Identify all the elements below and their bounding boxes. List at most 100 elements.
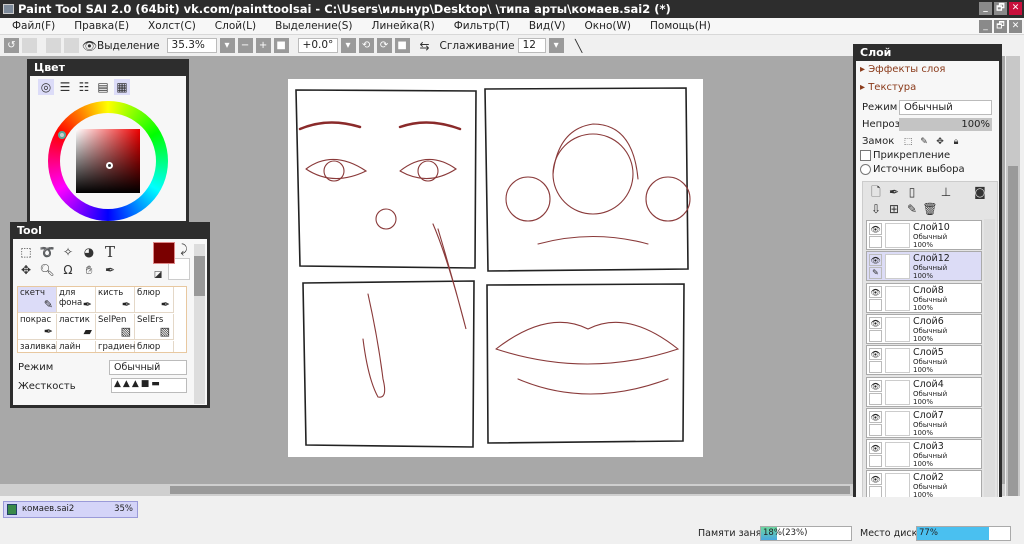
visibility-eye-icon[interactable]: 👁 — [869, 223, 882, 235]
delete-layer-icon[interactable]: 🗑 — [922, 201, 938, 217]
lock-slot[interactable] — [869, 455, 882, 468]
layer-effects-toggle[interactable]: ▸ Эффекты слоя — [860, 64, 945, 75]
brush-slot[interactable]: скетч ✎ — [18, 287, 57, 313]
visibility-eye-icon[interactable]: 👁 — [869, 316, 882, 329]
mixer-tab-icon[interactable]: ▤ — [95, 79, 111, 95]
new-vector-layer-icon[interactable]: ✒ — [886, 184, 902, 200]
new-folder-icon[interactable]: ▯ — [904, 184, 920, 200]
reset-colors-icon[interactable]: ◪ — [150, 267, 166, 283]
lock-slot[interactable] — [869, 329, 882, 342]
eye-icon[interactable]: 👁 — [82, 38, 97, 54]
zoom-out-button[interactable]: − — [237, 38, 253, 53]
visibility-eye-icon[interactable]: 👁 — [869, 379, 882, 392]
texture-toggle[interactable]: ▸ Текстура — [860, 82, 916, 93]
selection-source-radio[interactable]: Источник выбора — [860, 164, 965, 175]
move-icon[interactable]: ✥ — [18, 262, 34, 278]
layer-row[interactable]: 👁 Слой6 Обычный 100% — [866, 313, 982, 344]
menu-ruler[interactable]: Линейка(R) — [372, 18, 435, 34]
doc-minimize-button[interactable]: _ — [979, 20, 992, 33]
minimize-button[interactable]: _ — [979, 2, 992, 15]
clipping-checkbox[interactable]: Прикрепление — [860, 150, 950, 161]
menu-view[interactable]: Вид(V) — [529, 18, 566, 34]
lock-slot[interactable] — [869, 236, 882, 248]
zoom-field[interactable]: 35.3% — [166, 38, 217, 53]
hardness-selector[interactable]: ▲▲▲■▬ — [111, 378, 187, 393]
smoothing-dropdown[interactable]: ▾ — [548, 38, 564, 53]
swatches-tab-icon[interactable]: ▦ — [114, 79, 130, 95]
menu-canvas[interactable]: Холст(C) — [148, 18, 196, 34]
brush-slot[interactable]: SelPen ▧ — [96, 314, 135, 340]
close-button[interactable]: ✕ — [1009, 2, 1022, 15]
visibility-eye-icon[interactable]: 👁 — [869, 348, 882, 361]
ruler-icon[interactable]: ⊥ — [938, 184, 954, 200]
brush-slot[interactable]: блюр — [135, 341, 174, 352]
visibility-eye-icon[interactable]: 👁 — [869, 285, 882, 298]
brush-slot[interactable]: SelErs ▧ — [135, 314, 174, 340]
zoom-dropdown[interactable]: ▾ — [219, 38, 235, 53]
mask-icon[interactable]: ◙ — [972, 184, 988, 200]
tool-panel-scrollbar[interactable] — [194, 244, 205, 404]
brush-slot[interactable]: лайн — [57, 341, 96, 352]
rotate-tool-icon[interactable]: Ω — [60, 262, 76, 278]
duplicate-layer-icon[interactable]: ⊞ — [886, 201, 902, 217]
opacity-slider[interactable]: 100% — [899, 118, 992, 131]
lock-transparency-icon[interactable]: ⬚ — [900, 134, 916, 150]
hsv-slider-tab-icon[interactable]: ☷ — [76, 79, 92, 95]
text-tool-icon[interactable]: T — [102, 244, 118, 260]
layer-row[interactable]: 👁 Слой5 Обычный 100% — [866, 345, 982, 376]
rect-select-icon[interactable]: ⬚ — [18, 244, 34, 260]
brush-slot[interactable]: покрас ✒ — [18, 314, 57, 340]
brush-slot[interactable]: блюр ✒ — [135, 287, 174, 313]
rotation-field[interactable]: +0.0° — [297, 38, 338, 53]
rgb-slider-tab-icon[interactable]: ☰ — [57, 79, 73, 95]
layer-row[interactable]: 👁 Слой8 Обычный 100% — [866, 282, 982, 313]
line-tool-icon[interactable]: ╲ — [571, 38, 587, 54]
menu-file[interactable]: Файл(F) — [12, 18, 55, 34]
layer-row[interactable]: 👁 Слой2 Обычный 100% — [866, 470, 982, 501]
lock-move-icon[interactable]: ✥ — [932, 134, 948, 150]
lock-slot[interactable] — [869, 361, 882, 374]
eyedropper-icon[interactable]: ✒ — [102, 262, 118, 278]
rotation-dropdown[interactable]: ▾ — [340, 38, 356, 53]
magic-wand-icon[interactable]: ✧ — [60, 244, 76, 260]
lasso-icon[interactable]: ➰ — [39, 244, 55, 260]
invert-selection-icon[interactable] — [64, 38, 79, 53]
saturation-value-square[interactable] — [76, 129, 140, 193]
doc-close-button[interactable]: ✕ — [1009, 20, 1022, 33]
swap-colors-icon[interactable]: ⤸ — [176, 241, 192, 257]
visibility-eye-icon[interactable]: 👁 — [869, 410, 882, 423]
shape-icon[interactable]: ◕ — [81, 244, 97, 260]
rotate-right-button[interactable]: ⟳ — [376, 38, 392, 53]
redo-icon[interactable] — [22, 38, 37, 53]
zoom-in-button[interactable]: + — [255, 38, 271, 53]
clear-layer-icon[interactable]: ✎ — [904, 201, 920, 217]
vertical-scrollbar[interactable] — [1006, 56, 1020, 496]
hue-picker-handle[interactable] — [58, 131, 66, 139]
layer-row[interactable]: 👁 Слой10 Обычный 100% — [866, 220, 982, 250]
brush-slot[interactable]: ластик ▰ — [57, 314, 96, 340]
mode-select[interactable]: Обычный — [109, 360, 187, 375]
deselect-icon[interactable] — [46, 38, 61, 53]
lock-slot[interactable] — [869, 392, 882, 405]
zoom-tool-icon[interactable]: 🔍︎ — [39, 262, 55, 278]
brush-slot[interactable]: заливка — [18, 341, 57, 352]
brush-slot[interactable]: кисть ✒ — [96, 287, 135, 313]
brush-slot[interactable]: для фона ✒ — [57, 287, 96, 313]
rotate-left-button[interactable]: ⟲ — [358, 38, 374, 53]
undo-icon[interactable]: ↺ — [4, 38, 19, 53]
menu-window[interactable]: Окно(W) — [585, 18, 631, 34]
menu-selection[interactable]: Выделение(S) — [275, 18, 352, 34]
menu-edit[interactable]: Правка(E) — [74, 18, 129, 34]
hue-ring[interactable] — [48, 101, 168, 221]
flip-icon[interactable]: ⇆ — [417, 38, 433, 54]
visibility-eye-icon[interactable]: 👁 — [869, 442, 882, 455]
visibility-eye-icon[interactable]: 👁 — [869, 254, 882, 267]
pen-icon[interactable]: ✎ — [869, 267, 882, 280]
lock-slot[interactable] — [869, 423, 882, 436]
visibility-eye-icon[interactable]: 👁 — [869, 473, 882, 486]
menu-layer[interactable]: Слой(L) — [215, 18, 256, 34]
menu-help[interactable]: Помощь(H) — [650, 18, 711, 34]
brush-slot[interactable]: градиент — [96, 341, 140, 352]
layer-row[interactable]: 👁 ✎ Слой12 Обычный 100% — [866, 251, 982, 282]
restore-button[interactable]: 🗗 — [994, 2, 1007, 15]
